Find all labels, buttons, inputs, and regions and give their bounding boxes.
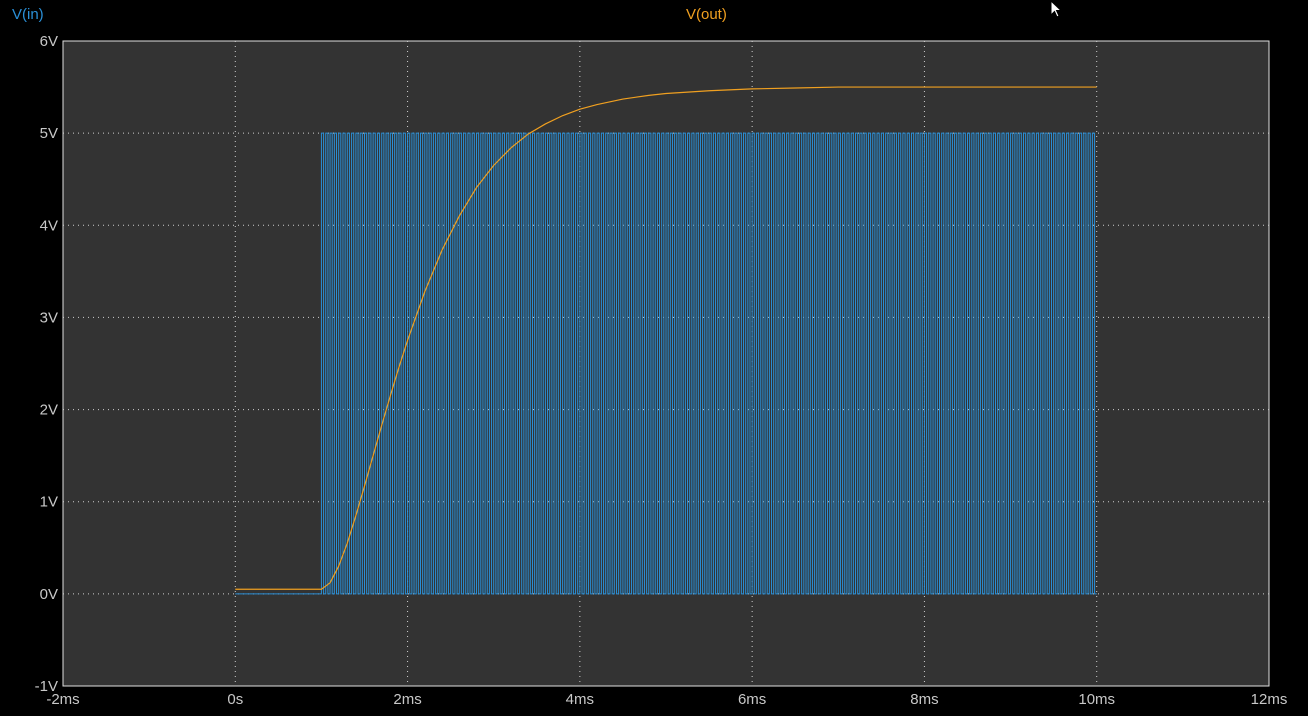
x-tick-label: 8ms — [910, 691, 938, 708]
y-axis-tick-labels: 6V 5V 4V 3V 2V 1V 0V -1V — [35, 33, 58, 695]
y-tick-label: 0V — [40, 586, 58, 603]
x-tick-label: 12ms — [1251, 691, 1288, 708]
y-tick-label: -1V — [35, 678, 58, 695]
y-tick-label: 1V — [40, 494, 58, 511]
y-tick-label: 3V — [40, 309, 58, 326]
y-tick-label: 6V — [40, 33, 58, 50]
series-vin-line — [235, 132, 1097, 595]
y-tick-label: 2V — [40, 402, 58, 419]
x-tick-label: 2ms — [393, 691, 421, 708]
y-tick-label: 4V — [40, 217, 58, 234]
mouse-pointer-icon — [1050, 0, 1063, 18]
series-layer — [235, 86, 1097, 595]
waveform-viewer: V(in) V(out) -2ms 0s 2ms 4ms 6ms 8ms 10ms 12ms … — [0, 0, 1308, 716]
plot-area[interactable]: -2ms 0s 2ms 4ms 6ms 8ms 10ms 12ms 6V5V4V3V2V1V0… — [0, 0, 1308, 716]
y-tick-label: 5V — [40, 125, 58, 142]
x-tick-label: 6ms — [738, 691, 766, 708]
x-tick-label: 4ms — [566, 691, 594, 708]
x-tick-label: 10ms — [1078, 691, 1115, 708]
x-axis-tick-labels: -2ms 0s 2ms 4ms 6ms 8ms 10ms 12ms — [46, 691, 1287, 708]
x-tick-label: 0s — [227, 691, 243, 708]
